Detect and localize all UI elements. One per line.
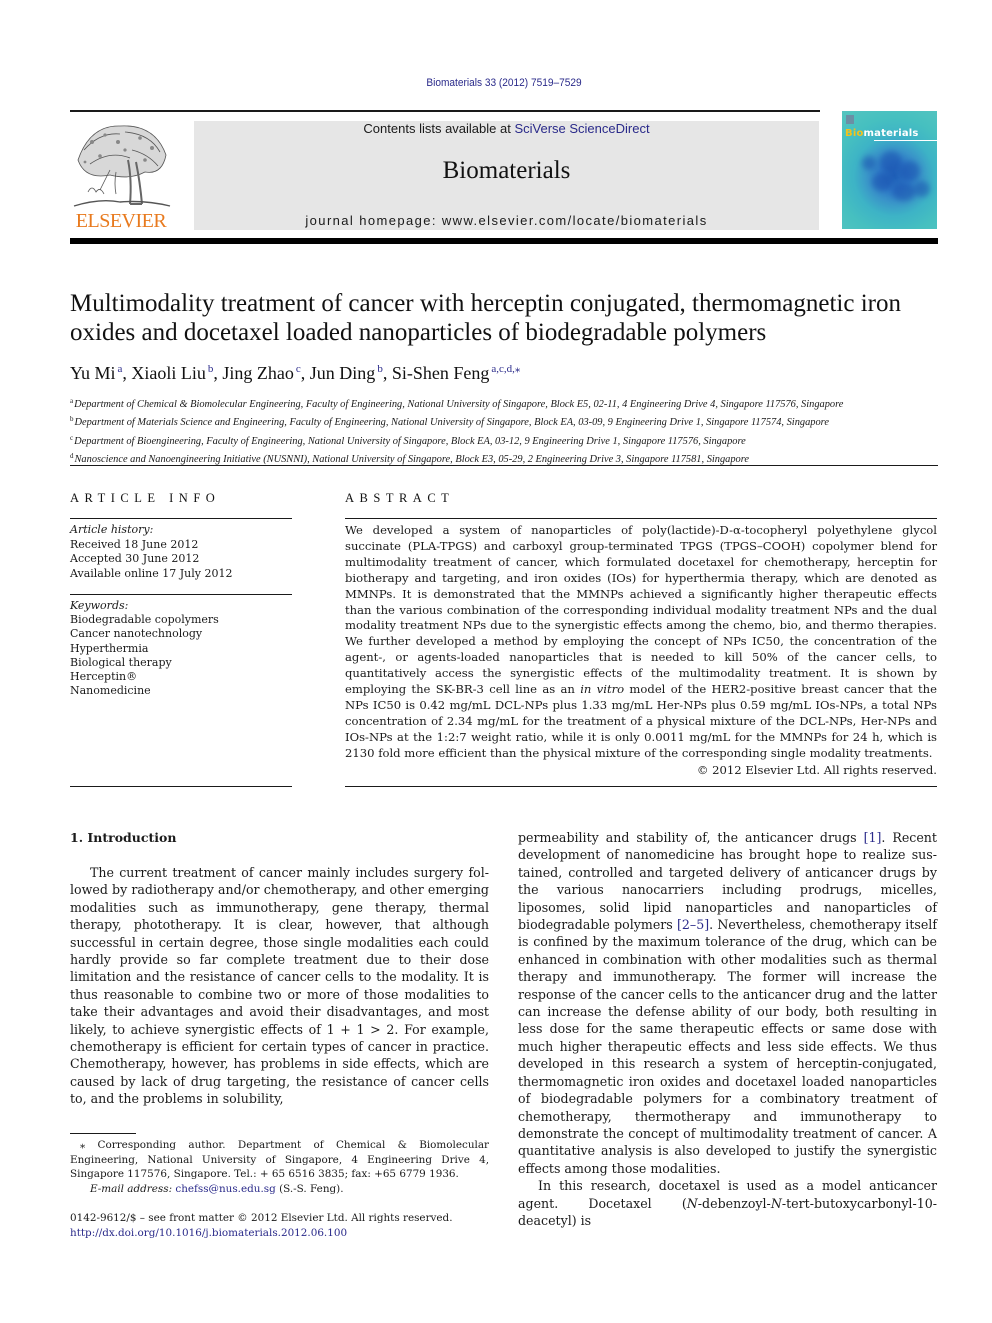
- email-link[interactable]: chefss@nus.edu.sg: [175, 1183, 275, 1195]
- journal-homepage-link[interactable]: journal homepage: www.elsevier.com/locat…: [194, 213, 819, 228]
- elsevier-logo[interactable]: ELSEVIER: [70, 120, 172, 232]
- keyword-item: Biological therapy: [70, 655, 172, 669]
- elsevier-wordmark: ELSEVIER: [75, 210, 167, 232]
- history-rule: [70, 594, 292, 595]
- sciencedirect-link[interactable]: SciVerse ScienceDirect: [514, 121, 649, 136]
- author-name[interactable]: Si-Shen Feng: [392, 363, 490, 383]
- keyword-item: Hyperthermia: [70, 641, 149, 655]
- article-history: Article history: Received 18 June 2012 A…: [70, 523, 292, 581]
- author-affiliation-marker[interactable]: a,c,d,⁎: [491, 363, 520, 375]
- history-accepted: Accepted 30 June 2012: [70, 552, 200, 565]
- footnote-rule: [70, 1133, 136, 1134]
- keywords-label: Keywords:: [70, 599, 129, 612]
- author-separator: ,: [300, 363, 310, 383]
- section-heading-introduction: 1. Introduction: [70, 830, 177, 845]
- cover-rule: [874, 140, 937, 141]
- affiliation-c: cDepartment of Bioengineering, Faculty o…: [70, 431, 950, 449]
- corresponding-author-text: ⁎ Corresponding author. Department of Ch…: [70, 1139, 489, 1181]
- affiliation-key: d: [70, 451, 74, 460]
- front-matter: 0142-9612/$ – see front matter © 2012 El…: [70, 1211, 520, 1240]
- masthead-thick-rule: [70, 238, 938, 244]
- affiliation-text: Department of Bioengineering, Faculty of…: [74, 435, 746, 447]
- author-name[interactable]: Yu Mi: [70, 363, 116, 383]
- affiliation-b: bDepartment of Materials Science and Eng…: [70, 412, 950, 430]
- history-label: Article history:: [70, 523, 154, 536]
- author-separator: ,: [382, 363, 392, 383]
- doi-link[interactable]: http://dx.doi.org/10.1016/j.biomaterials…: [70, 1227, 347, 1239]
- cover-title: Biomaterials: [845, 128, 919, 139]
- header-rule: [70, 110, 820, 112]
- author-name[interactable]: Jing Zhao: [222, 363, 294, 383]
- author-name[interactable]: Xiaoli Liu: [131, 363, 206, 383]
- intro-paragraph-continued: permeability and stability of, the antic…: [518, 829, 937, 1177]
- article-info-rule: [70, 518, 292, 519]
- cover-title-prefix: Bio: [845, 128, 864, 139]
- intro-paragraph: The current treatment of cancer mainly i…: [70, 865, 489, 1107]
- keyword-item: Herceptin®: [70, 670, 138, 684]
- affiliation-key: a: [70, 397, 74, 405]
- body-column-left: The current treatment of cancer mainly i…: [70, 864, 489, 1108]
- author-list: Yu Mi a, Xiaoli Liu b, Jing Zhao c, Jun Din…: [70, 362, 520, 384]
- affiliations-rule: [70, 465, 938, 466]
- abstract-text: We developed a system of nanoparticles o…: [345, 523, 937, 762]
- elsevier-tree-icon: [73, 125, 171, 207]
- email-label: E-mail address:: [90, 1182, 173, 1195]
- abstract-heading: ABSTRACT: [345, 491, 455, 505]
- abstract-text-part: We developed a system of nanoparticles o…: [345, 523, 937, 697]
- keywords: Keywords: Biodegradable copolymers Cance…: [70, 599, 292, 698]
- italic-n: N: [770, 1195, 782, 1211]
- author-name[interactable]: Jun Ding: [310, 363, 376, 383]
- abstract-rule: [345, 518, 937, 519]
- contents-prefix: Contents lists available at: [363, 121, 515, 136]
- affiliations: aDepartment of Chemical & Biomolecular E…: [70, 394, 950, 467]
- corresponding-author-footnote: ⁎ Corresponding author. Department of Ch…: [70, 1138, 489, 1196]
- abstract-bottom-rule: [345, 786, 937, 787]
- article-info-bottom-rule: [70, 786, 292, 787]
- keyword-item: Biodegradable copolymers: [70, 613, 219, 627]
- affiliation-text: Department of Materials Science and Engi…: [74, 417, 829, 429]
- paragraph-text: -debenzoyl-: [697, 1195, 771, 1211]
- email-owner: (S.-S. Feng).: [275, 1182, 344, 1195]
- body-column-right: permeability and stability of, the antic…: [518, 829, 937, 1229]
- history-received: Received 18 June 2012: [70, 537, 199, 551]
- journal-name: Biomaterials: [442, 157, 571, 184]
- journal-citation-link[interactable]: Biomaterials 33 (2012) 7519–7529: [40, 77, 967, 89]
- reference-link-2-5[interactable]: [2–5]: [677, 917, 709, 932]
- affiliation-text: Department of Chemical & Biomolecular En…: [74, 399, 844, 410]
- article-title: Multimodality treatment of cancer with h…: [70, 290, 901, 346]
- italic-n: N: [686, 1195, 698, 1211]
- keyword-item: Cancer nanotechnology: [70, 627, 203, 641]
- abstract-italic: in vitro: [580, 682, 625, 697]
- affiliation-a: aDepartment of Chemical & Biomolecular E…: [70, 394, 950, 412]
- paragraph-text: permeability and stability of, the antic…: [518, 830, 864, 845]
- history-online: Available online 17 July 2012: [70, 566, 233, 580]
- issn-copyright: 0142-9612/$ – see front matter © 2012 El…: [70, 1212, 453, 1224]
- email-line: E-mail address: chefss@nus.edu.sg (S.-S.…: [70, 1182, 489, 1197]
- abstract-copyright: © 2012 Elsevier Ltd. All rights reserved…: [696, 763, 937, 777]
- journal-cover-thumbnail[interactable]: Biomaterials: [842, 111, 937, 229]
- reference-link-1[interactable]: [1]: [864, 830, 882, 845]
- article-info-heading: ARTICLE INFO: [70, 491, 221, 505]
- paragraph-text: . Nevertheless, chemotherapy itself is c…: [518, 917, 937, 1176]
- keyword-item: Nanomedicine: [70, 684, 151, 698]
- affiliation-key: b: [70, 415, 74, 424]
- docetaxel-paragraph: In this research, docetaxel is used as a…: [518, 1177, 937, 1229]
- cover-title-suffix: materials: [863, 128, 919, 139]
- affiliation-key: c: [70, 433, 74, 442]
- contents-line: Contents lists available at SciVerse Sci…: [194, 121, 819, 136]
- journal-masthead: Contents lists available at SciVerse Sci…: [194, 121, 819, 230]
- affiliation-text: Nanoscience and Nanoengineering Initiati…: [74, 453, 750, 465]
- cover-publisher-icon: [846, 115, 854, 124]
